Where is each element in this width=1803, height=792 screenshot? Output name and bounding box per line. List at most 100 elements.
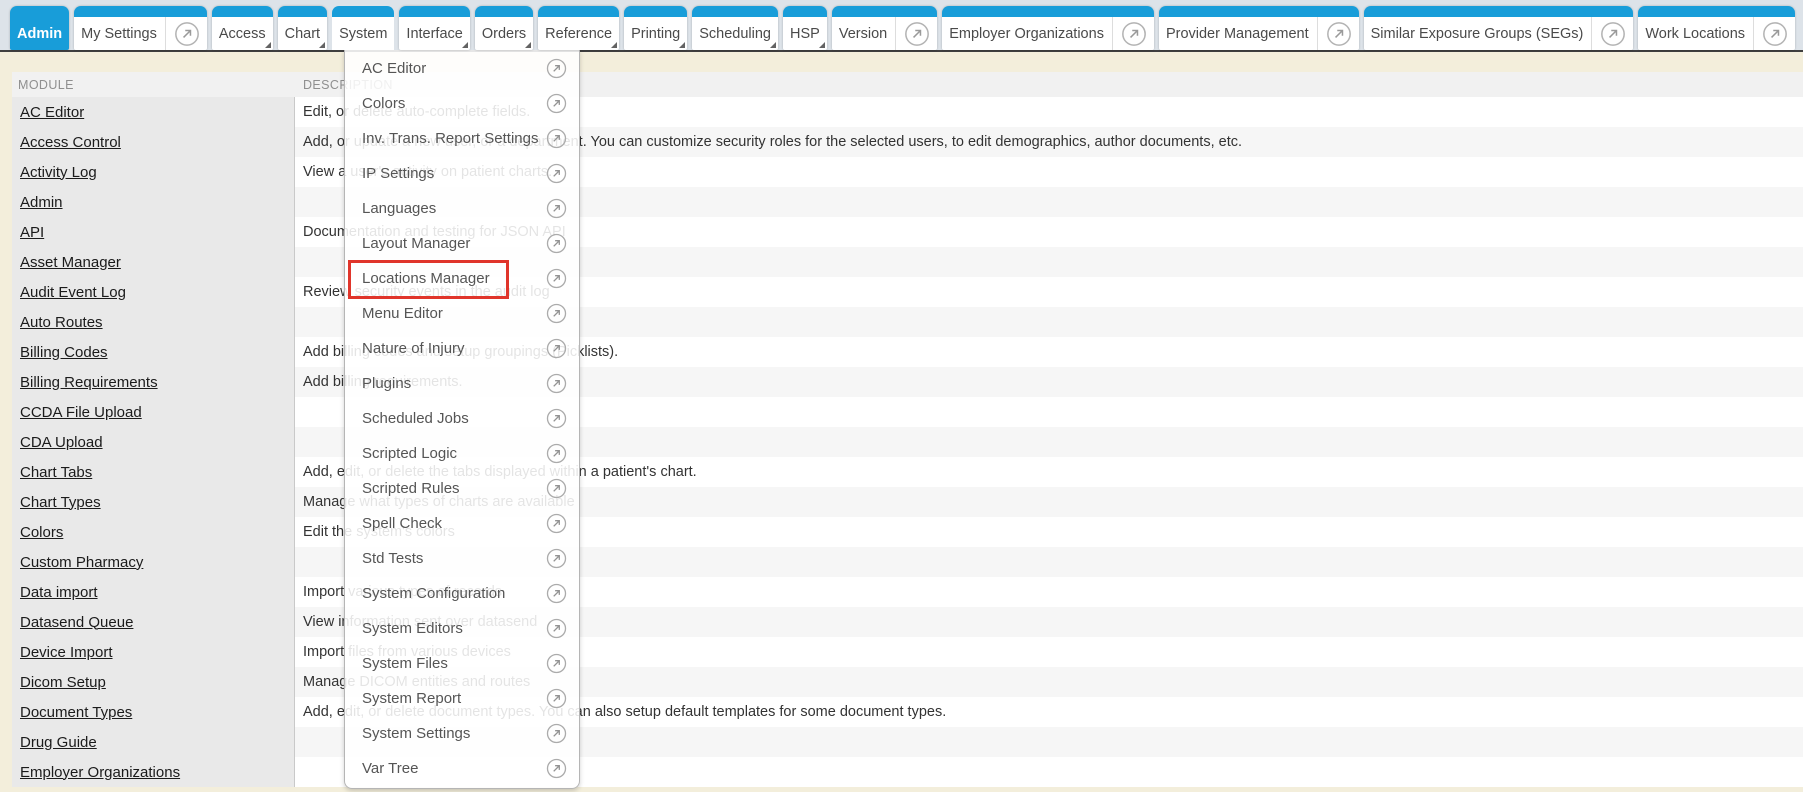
table-row: CDA Upload	[12, 427, 1803, 457]
menu-item-system-report[interactable]: System Report	[345, 681, 579, 716]
tab-chart[interactable]: Chart	[278, 6, 327, 50]
module-link-employer-organizations[interactable]: Employer Organizations	[20, 764, 180, 781]
menu-item-scripted-rules[interactable]: Scripted Rules	[345, 471, 579, 506]
open-new-window-icon[interactable]	[546, 303, 567, 324]
open-new-window-icon[interactable]	[546, 58, 567, 79]
tab-interface[interactable]: Interface	[399, 6, 469, 50]
tab-admin[interactable]: Admin	[10, 6, 69, 50]
external-link-icon[interactable]	[1753, 17, 1788, 50]
module-link-custom-pharmacy[interactable]: Custom Pharmacy	[20, 554, 143, 571]
open-new-window-icon[interactable]	[546, 618, 567, 639]
module-cell: Billing Codes	[12, 337, 295, 367]
tab-similar-exposure-groups-segs[interactable]: Similar Exposure Groups (SEGs)	[1364, 6, 1634, 50]
menu-item-std-tests[interactable]: Std Tests	[345, 541, 579, 576]
tab-provider-management[interactable]: Provider Management	[1159, 6, 1359, 50]
table-row: Audit Event Log Review security events i…	[12, 277, 1803, 307]
menu-item-system-settings[interactable]: System Settings	[345, 716, 579, 751]
external-link-icon[interactable]	[1112, 17, 1147, 50]
open-new-window-icon[interactable]	[546, 233, 567, 254]
tab-label: HSP	[790, 26, 820, 42]
menu-item-locations-manager[interactable]: Locations Manager	[345, 261, 579, 296]
open-new-window-icon[interactable]	[546, 513, 567, 534]
main-content: MODULE DESCRIPTION AC Editor Edit, or de…	[0, 52, 1803, 792]
menu-item-system-configuration[interactable]: System Configuration	[345, 576, 579, 611]
open-new-window-icon[interactable]	[546, 443, 567, 464]
open-new-window-icon[interactable]	[546, 408, 567, 429]
menu-item-inv-trans-report-settings[interactable]: Inv. Trans. Report Settings	[345, 121, 579, 156]
open-new-window-icon[interactable]	[546, 93, 567, 114]
external-link-icon[interactable]	[895, 17, 930, 50]
open-new-window-icon[interactable]	[546, 163, 567, 184]
dropdown-caret-icon	[679, 42, 685, 48]
tab-version[interactable]: Version	[832, 6, 937, 50]
tab-my-settings[interactable]: My Settings	[74, 6, 207, 50]
menu-item-languages[interactable]: Languages	[345, 191, 579, 226]
module-link-audit-event-log[interactable]: Audit Event Log	[20, 284, 126, 301]
menu-item-layout-manager[interactable]: Layout Manager	[345, 226, 579, 261]
module-link-ac-editor[interactable]: AC Editor	[20, 104, 84, 121]
module-link-dicom-setup[interactable]: Dicom Setup	[20, 674, 106, 691]
tab-label: My Settings	[81, 26, 157, 42]
module-link-asset-manager[interactable]: Asset Manager	[20, 254, 121, 271]
module-link-access-control[interactable]: Access Control	[20, 134, 121, 151]
menu-item-spell-check[interactable]: Spell Check	[345, 506, 579, 541]
open-new-window-icon[interactable]	[546, 758, 567, 779]
tab-printing[interactable]: Printing	[624, 6, 687, 50]
module-link-data-import[interactable]: Data import	[20, 584, 98, 601]
module-link-ccda-file-upload[interactable]: CCDA File Upload	[20, 404, 142, 421]
menu-item-ip-settings[interactable]: IP Settings	[345, 156, 579, 191]
open-new-window-icon[interactable]	[546, 268, 567, 289]
tab-orders[interactable]: Orders	[475, 6, 533, 50]
menu-item-system-editors[interactable]: System Editors	[345, 611, 579, 646]
menu-item-plugins[interactable]: Plugins	[345, 366, 579, 401]
tab-system[interactable]: System	[332, 6, 394, 50]
menu-item-var-tree[interactable]: Var Tree	[345, 751, 579, 786]
menu-item-scheduled-jobs[interactable]: Scheduled Jobs	[345, 401, 579, 436]
external-link-icon[interactable]	[1317, 17, 1352, 50]
table-row: AC Editor Edit, or delete auto-complete …	[12, 97, 1803, 127]
tab-work-locations[interactable]: Work Locations	[1638, 6, 1795, 50]
module-link-admin[interactable]: Admin	[20, 194, 63, 211]
menu-item-ac-editor[interactable]: AC Editor	[345, 51, 579, 86]
module-link-activity-log[interactable]: Activity Log	[20, 164, 97, 181]
module-link-auto-routes[interactable]: Auto Routes	[20, 314, 103, 331]
open-new-window-icon[interactable]	[546, 548, 567, 569]
tab-employer-organizations[interactable]: Employer Organizations	[942, 6, 1154, 50]
module-link-colors[interactable]: Colors	[20, 524, 63, 541]
module-link-drug-guide[interactable]: Drug Guide	[20, 734, 97, 751]
module-link-chart-types[interactable]: Chart Types	[20, 494, 101, 511]
open-new-window-icon[interactable]	[546, 688, 567, 709]
menu-item-colors[interactable]: Colors	[345, 86, 579, 121]
module-cell: Activity Log	[12, 157, 295, 187]
external-link-icon[interactable]	[1591, 17, 1626, 50]
open-new-window-icon[interactable]	[546, 128, 567, 149]
open-new-window-icon[interactable]	[546, 198, 567, 219]
module-link-cda-upload[interactable]: CDA Upload	[20, 434, 103, 451]
external-link-icon[interactable]	[165, 17, 200, 50]
tab-hsp[interactable]: HSP	[783, 6, 827, 50]
tab-scheduling[interactable]: Scheduling	[692, 6, 778, 50]
open-new-window-icon[interactable]	[546, 583, 567, 604]
module-link-document-types[interactable]: Document Types	[20, 704, 132, 721]
module-link-api[interactable]: API	[20, 224, 44, 241]
tab-label: Chart	[285, 26, 320, 42]
open-new-window-icon[interactable]	[546, 653, 567, 674]
module-link-billing-codes[interactable]: Billing Codes	[20, 344, 108, 361]
open-new-window-icon[interactable]	[546, 373, 567, 394]
menu-item-scripted-logic[interactable]: Scripted Logic	[345, 436, 579, 471]
tab-reference[interactable]: Reference	[538, 6, 619, 50]
module-link-chart-tabs[interactable]: Chart Tabs	[20, 464, 92, 481]
tab-access[interactable]: Access	[212, 6, 273, 50]
module-link-billing-requirements[interactable]: Billing Requirements	[20, 374, 158, 391]
tab-label: Admin	[17, 26, 62, 42]
table-row: Chart Tabs Add, edit, or delete the tabs…	[12, 457, 1803, 487]
dropdown-caret-icon	[525, 42, 531, 48]
open-new-window-icon[interactable]	[546, 723, 567, 744]
module-link-datasend-queue[interactable]: Datasend Queue	[20, 614, 133, 631]
module-link-device-import[interactable]: Device Import	[20, 644, 113, 661]
open-new-window-icon[interactable]	[546, 338, 567, 359]
menu-item-system-files[interactable]: System Files	[345, 646, 579, 681]
menu-item-nature-of-injury[interactable]: Nature of Injury	[345, 331, 579, 366]
open-new-window-icon[interactable]	[546, 478, 567, 499]
menu-item-menu-editor[interactable]: Menu Editor	[345, 296, 579, 331]
